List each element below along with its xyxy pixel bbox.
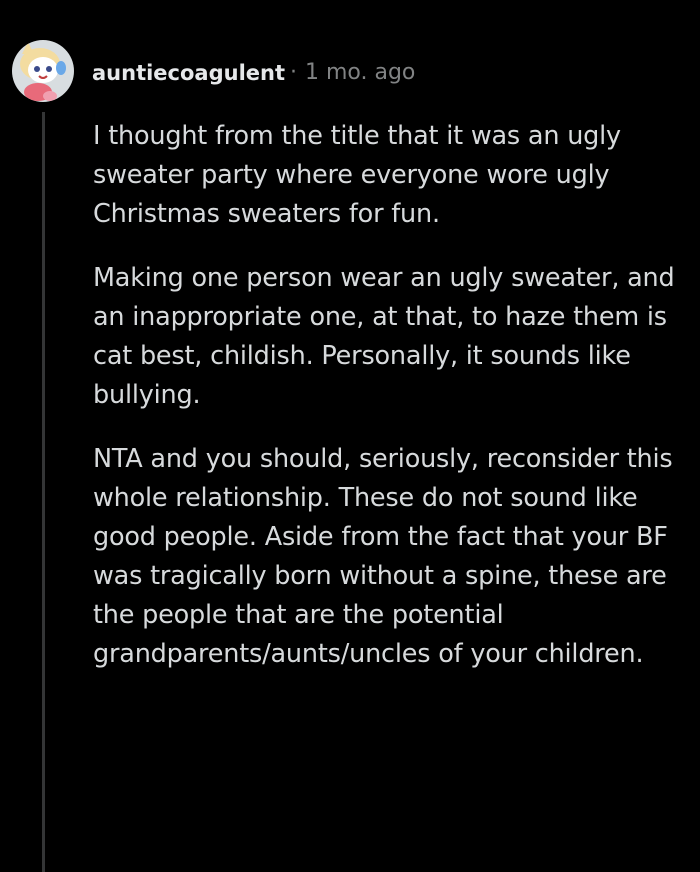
comment-body: I thought from the title that it was an … [93,117,683,699]
comment: auntiecoagulent · 1 mo. ago I thought fro… [0,0,700,872]
meta-separator: · [290,60,297,85]
avatar[interactable] [12,40,74,102]
comment-paragraph: NTA and you should, seriously, reconside… [93,444,673,669]
comment-paragraph: Making one person wear an ugly sweater, … [93,263,675,410]
username-link[interactable]: auntiecoagulent [92,61,285,85]
timestamp[interactable]: 1 mo. ago [305,60,415,85]
comment-paragraph: I thought from the title that it was an … [93,121,621,229]
cartoon-character-avatar-icon [20,42,66,101]
thread-collapse-line[interactable] [42,112,45,872]
comment-meta: · 1 mo. ago [290,60,415,85]
